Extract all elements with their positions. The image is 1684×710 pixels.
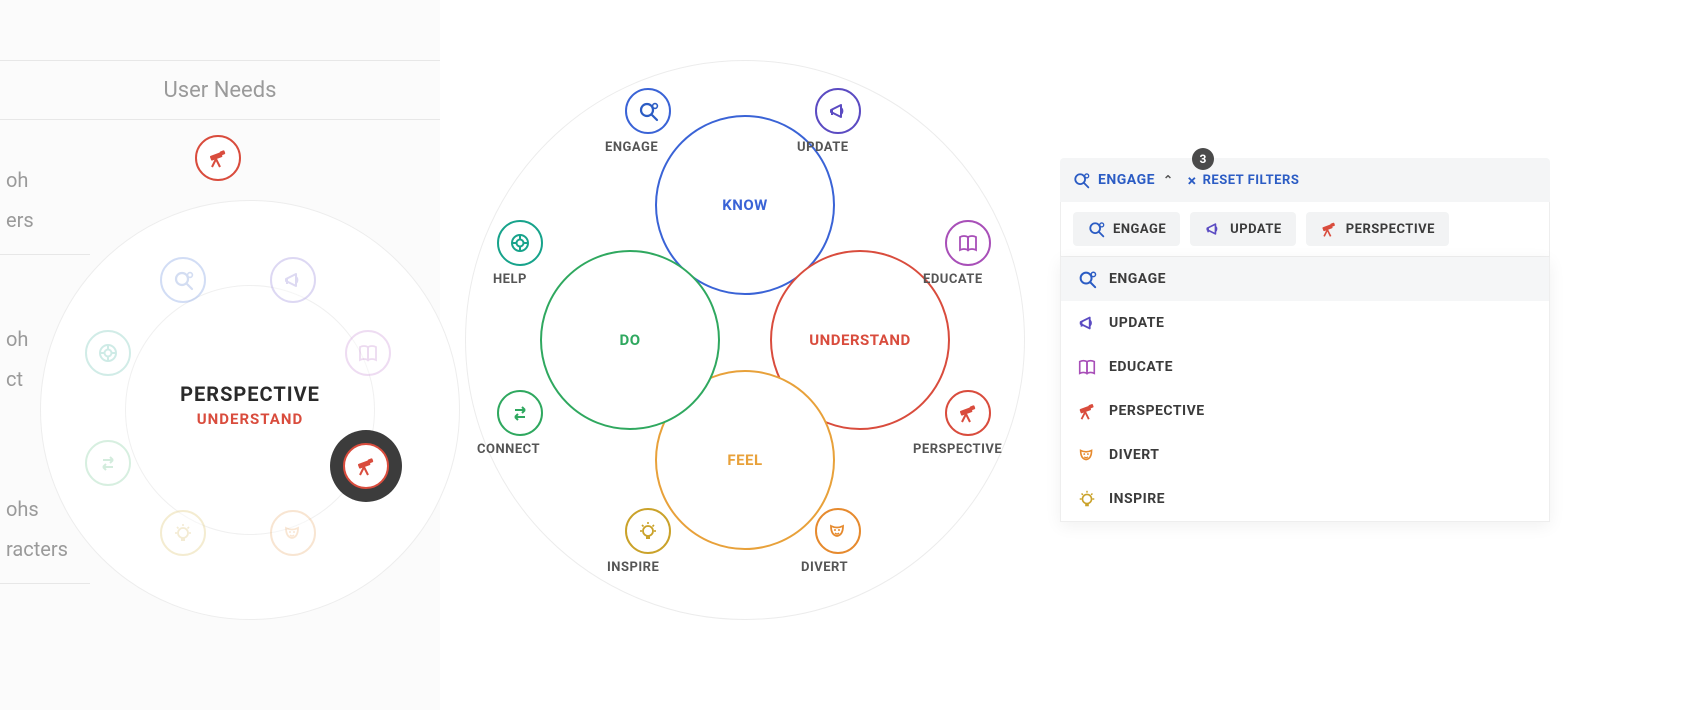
- wheel-educate-icon[interactable]: [345, 330, 391, 376]
- filter-count-badge: 3: [1192, 148, 1214, 170]
- filter-active-label: ENGAGE: [1098, 172, 1155, 188]
- educate-icon: [1077, 357, 1097, 377]
- menu-item-divert[interactable]: DIVERT: [1061, 433, 1549, 477]
- diagram-engage-label: ENGAGE: [605, 140, 658, 155]
- wheel-center-need: PERSPECTIVE: [40, 382, 460, 406]
- diagram-connect-icon[interactable]: [497, 390, 543, 436]
- diagram-educate-icon[interactable]: [945, 220, 991, 266]
- divert-icon: [1077, 445, 1097, 465]
- user-needs-wheel: PERSPECTIVE UNDERSTAND: [40, 200, 460, 620]
- filter-toggle[interactable]: ENGAGE ⌃: [1072, 171, 1174, 189]
- chip-update[interactable]: UPDATE: [1190, 212, 1296, 246]
- diagram-engage-icon[interactable]: [625, 88, 671, 134]
- diagram-inspire-icon[interactable]: [625, 508, 671, 554]
- close-icon: ×: [1188, 171, 1197, 190]
- left-panel: User Needs oh ers oh ct ohs racters PERS…: [0, 0, 440, 710]
- wheel-engage-icon[interactable]: [160, 257, 206, 303]
- menu-item-educate[interactable]: EDUCATE: [1061, 345, 1549, 389]
- active-filter-chips: ENGAGE UPDATE PERSPECTIVE: [1060, 202, 1550, 257]
- menu-item-inspire[interactable]: INSPIRE: [1061, 477, 1549, 521]
- diagram-inspire-label: INSPIRE: [607, 560, 659, 575]
- diagram-connect-label: CONNECT: [477, 442, 540, 457]
- left-panel-title: User Needs: [164, 78, 277, 103]
- chip-engage[interactable]: ENGAGE: [1073, 212, 1180, 246]
- wheel-help-icon[interactable]: [85, 330, 131, 376]
- filters-panel: ENGAGE ⌃ 3 × RESET FILTERS ENGAGE UPDATE…: [1060, 158, 1550, 522]
- row-frag: oh: [0, 160, 90, 200]
- wheel-center-quad: UNDERSTAND: [40, 410, 460, 428]
- engage-icon: [1072, 171, 1090, 189]
- wheel-center: PERSPECTIVE UNDERSTAND: [40, 382, 460, 428]
- diagram-update-label: UPDATE: [797, 140, 849, 155]
- chip-perspective[interactable]: PERSPECTIVE: [1306, 212, 1449, 246]
- engage-icon: [1077, 269, 1097, 289]
- inspire-icon: [1077, 489, 1097, 509]
- reset-filters-button[interactable]: × RESET FILTERS: [1188, 171, 1300, 190]
- diagram-perspective-label: PERSPECTIVE: [913, 442, 1002, 457]
- wheel-perspective-selected[interactable]: [330, 430, 402, 502]
- diagram-help-icon[interactable]: [497, 220, 543, 266]
- engage-icon: [1087, 220, 1105, 238]
- menu-item-perspective[interactable]: PERSPECTIVE: [1061, 389, 1549, 433]
- quad-do[interactable]: DO: [540, 250, 720, 430]
- user-needs-diagram: KNOW UNDERSTAND FEEL DO ENGAGE UPDATE ED…: [465, 60, 1025, 620]
- diagram-divert-icon[interactable]: [815, 508, 861, 554]
- chevron-up-icon: ⌃: [1163, 173, 1174, 187]
- reset-filters-label: RESET FILTERS: [1203, 173, 1300, 188]
- diagram-update-icon[interactable]: [815, 88, 861, 134]
- menu-item-update[interactable]: UPDATE: [1061, 301, 1549, 345]
- wheel-connect-icon[interactable]: [85, 440, 131, 486]
- update-icon: [1077, 313, 1097, 333]
- perspective-icon: [1077, 401, 1097, 421]
- diagram-help-label: HELP: [493, 272, 527, 287]
- left-panel-header: User Needs: [0, 60, 440, 120]
- diagram-perspective-icon[interactable]: [945, 390, 991, 436]
- filter-bar: ENGAGE ⌃ 3 × RESET FILTERS: [1060, 158, 1550, 202]
- update-icon: [1204, 220, 1222, 238]
- need-perspective-top-icon[interactable]: [195, 135, 241, 181]
- filter-dropdown-menu: ENGAGE UPDATE EDUCATE PERSPECTIVE DIVERT…: [1060, 257, 1550, 522]
- perspective-icon: [1320, 220, 1338, 238]
- diagram-divert-label: DIVERT: [801, 560, 848, 575]
- wheel-divert-icon[interactable]: [270, 510, 316, 556]
- menu-item-engage[interactable]: ENGAGE: [1061, 257, 1549, 301]
- diagram-educate-label: EDUCATE: [923, 272, 983, 287]
- wheel-update-icon[interactable]: [270, 257, 316, 303]
- wheel-inspire-icon[interactable]: [160, 510, 206, 556]
